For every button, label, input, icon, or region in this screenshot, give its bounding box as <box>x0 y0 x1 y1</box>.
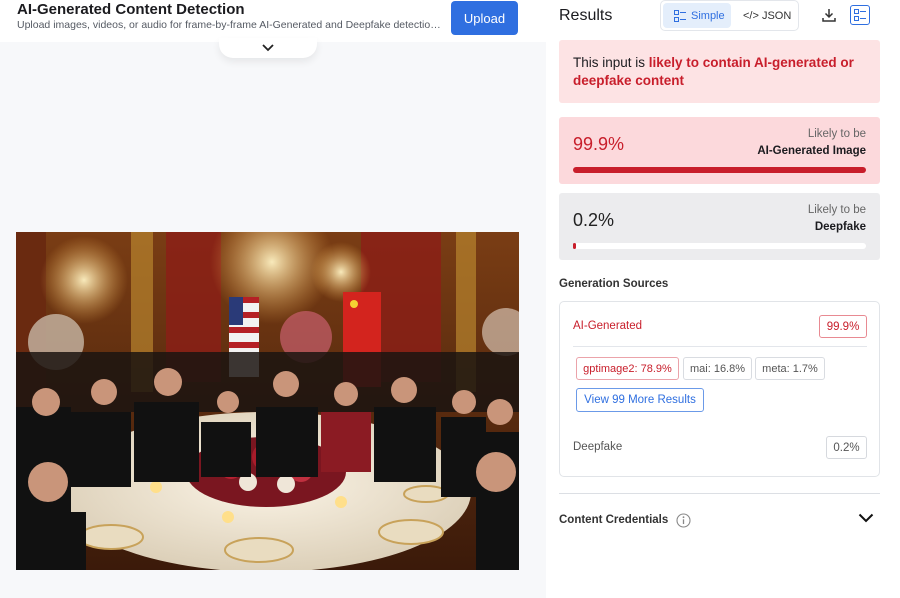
list-layout-icon <box>854 9 866 21</box>
deepfake-kind-label: Deepfake <box>814 221 866 233</box>
ai-generated-source-label: AI-Generated <box>573 320 643 332</box>
generation-sources-heading: Generation Sources <box>559 278 669 290</box>
download-button[interactable] <box>819 5 839 25</box>
deepfake-score-bar-fill <box>573 243 576 249</box>
simple-view-label: Simple <box>691 9 725 22</box>
download-icon <box>822 9 836 22</box>
page-subtitle: Upload images, videos, or audio for fram… <box>17 19 445 31</box>
simple-view-tab[interactable]: Simple <box>663 3 731 28</box>
chevron-down-icon[interactable] <box>858 512 874 524</box>
source-tag: gptimage2: 78.9% <box>576 357 679 380</box>
ai-kind-label: AI-Generated Image <box>757 145 866 157</box>
collapse-toggle[interactable] <box>219 38 317 58</box>
uploaded-image-preview <box>16 232 519 570</box>
ai-likely-label: Likely to be <box>807 128 866 140</box>
source-tag: meta: 1.7% <box>755 357 825 380</box>
content-credentials-heading[interactable]: Content Credentials <box>559 514 668 526</box>
info-icon[interactable] <box>676 513 691 528</box>
generation-sources-panel: AI-Generated 99.9% gptimage2: 78.9% mai:… <box>559 301 880 477</box>
verdict-banner: This input is likely to contain AI-gener… <box>559 40 880 103</box>
ai-generated-score-card: 99.9% Likely to be AI-Generated Image <box>559 117 880 184</box>
list-view-icon <box>674 9 686 22</box>
view-toggle: Simple </> JSON <box>660 0 799 31</box>
layout-toggle-button[interactable] <box>850 5 870 25</box>
chevron-down-icon <box>262 44 274 52</box>
divider <box>573 346 867 347</box>
left-pane: AI-Generated Content Detection Upload im… <box>0 0 546 598</box>
deepfake-source-label: Deepfake <box>573 441 623 453</box>
deepfake-score-bar <box>573 243 866 249</box>
view-more-results-button[interactable]: View 99 More Results <box>576 388 704 412</box>
results-heading: Results <box>559 7 613 24</box>
source-tag: mai: 16.8% <box>683 357 752 380</box>
deepfake-source-percent: 0.2% <box>826 436 867 459</box>
ai-score-bar <box>573 167 866 173</box>
upload-button[interactable]: Upload <box>451 1 518 35</box>
json-view-label: </> JSON <box>743 9 792 22</box>
deepfake-likely-label: Likely to be <box>807 204 866 216</box>
page-title: AI-Generated Content Detection <box>17 1 245 18</box>
verdict-prefix: This input is <box>573 55 649 70</box>
deepfake-percent: 0.2% <box>573 210 615 230</box>
divider <box>559 493 880 494</box>
json-view-tab[interactable]: </> JSON <box>733 3 797 28</box>
ai-score-bar-fill <box>573 167 866 173</box>
ai-generated-percent: 99.9% <box>573 134 625 154</box>
ai-generated-source-percent: 99.9% <box>819 315 867 338</box>
results-panel: Results Simple </> JSON This input is li… <box>546 0 900 598</box>
top-bar: AI-Generated Content Detection Upload im… <box>0 0 546 42</box>
deepfake-score-card: 0.2% Likely to be Deepfake <box>559 193 880 260</box>
